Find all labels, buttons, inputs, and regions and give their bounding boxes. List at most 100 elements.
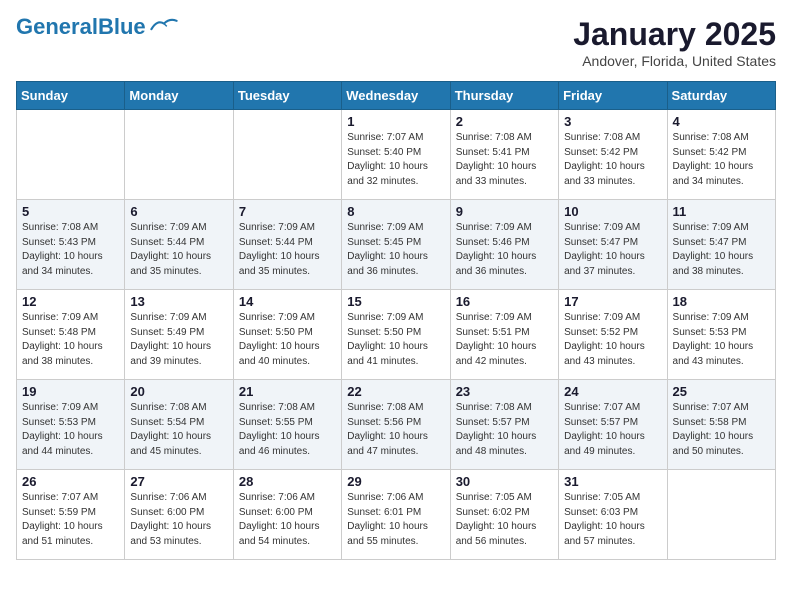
day-number: 18 <box>673 294 770 309</box>
day-info: Sunrise: 7:08 AM Sunset: 5:55 PM Dayligh… <box>239 401 336 459</box>
calendar-day-cell: 5 Sunrise: 7:08 AM Sunset: 5:43 PM Daylig… <box>17 200 125 290</box>
day-of-week-header: Saturday <box>667 82 775 110</box>
day-number: 20 <box>130 384 227 399</box>
calendar-day-cell: 23 Sunrise: 7:08 AM Sunset: 5:57 PM Dayli… <box>450 380 558 470</box>
calendar-day-cell: 12 Sunrise: 7:09 AM Sunset: 5:48 PM Dayli… <box>17 290 125 380</box>
calendar-day-cell: 24Sunrise: 7:07 AM Sunset: 5:57 PM Dayli… <box>559 380 667 470</box>
day-info: Sunrise: 7:07 AM Sunset: 5:59 PM Dayligh… <box>22 491 119 549</box>
calendar-week-row: 26Sunrise: 7:07 AM Sunset: 5:59 PM Dayli… <box>17 470 776 560</box>
day-number: 16 <box>456 294 553 309</box>
day-info: Sunrise: 7:08 AM Sunset: 5:54 PM Dayligh… <box>130 401 227 459</box>
day-number: 12 <box>22 294 119 309</box>
calendar-day-cell: 26Sunrise: 7:07 AM Sunset: 5:59 PM Dayli… <box>17 470 125 560</box>
day-info: Sunrise: 7:06 AM Sunset: 6:01 PM Dayligh… <box>347 491 444 549</box>
day-info: Sunrise: 7:09 AM Sunset: 5:48 PM Dayligh… <box>22 311 119 369</box>
day-of-week-header: Friday <box>559 82 667 110</box>
calendar-week-row: 12 Sunrise: 7:09 AM Sunset: 5:48 PM Dayli… <box>17 290 776 380</box>
day-info: Sunrise: 7:09 AM Sunset: 5:47 PM Dayligh… <box>673 221 770 279</box>
calendar-table: SundayMondayTuesdayWednesdayThursdayFrid… <box>16 81 776 560</box>
day-number: 23 <box>456 384 553 399</box>
day-number: 31 <box>564 474 661 489</box>
calendar-day-cell: 3 Sunrise: 7:08 AM Sunset: 5:42 PM Daylig… <box>559 110 667 200</box>
day-info: Sunrise: 7:09 AM Sunset: 5:52 PM Dayligh… <box>564 311 661 369</box>
title-block: January 2025 Andover, Florida, United St… <box>573 16 776 69</box>
calendar-day-cell: 11Sunrise: 7:09 AM Sunset: 5:47 PM Dayli… <box>667 200 775 290</box>
day-number: 29 <box>347 474 444 489</box>
calendar-week-row: 1 Sunrise: 7:07 AM Sunset: 5:40 PM Daylig… <box>17 110 776 200</box>
calendar-day-cell: 14 Sunrise: 7:09 AM Sunset: 5:50 PM Dayli… <box>233 290 341 380</box>
location-text: Andover, Florida, United States <box>573 53 776 69</box>
day-info: Sunrise: 7:09 AM Sunset: 5:47 PM Dayligh… <box>564 221 661 279</box>
day-of-week-header: Monday <box>125 82 233 110</box>
day-info: Sunrise: 7:09 AM Sunset: 5:45 PM Dayligh… <box>347 221 444 279</box>
day-info: Sunrise: 7:07 AM Sunset: 5:58 PM Dayligh… <box>673 401 770 459</box>
calendar-day-cell: 6 Sunrise: 7:09 AM Sunset: 5:44 PM Daylig… <box>125 200 233 290</box>
day-info: Sunrise: 7:08 AM Sunset: 5:57 PM Dayligh… <box>456 401 553 459</box>
day-number: 5 <box>22 204 119 219</box>
day-info: Sunrise: 7:05 AM Sunset: 6:02 PM Dayligh… <box>456 491 553 549</box>
day-number: 30 <box>456 474 553 489</box>
day-info: Sunrise: 7:09 AM Sunset: 5:53 PM Dayligh… <box>22 401 119 459</box>
logo: GeneralBlue <box>16 16 178 38</box>
day-number: 13 <box>130 294 227 309</box>
day-number: 17 <box>564 294 661 309</box>
day-number: 2 <box>456 114 553 129</box>
day-number: 6 <box>130 204 227 219</box>
calendar-day-cell: 2 Sunrise: 7:08 AM Sunset: 5:41 PM Daylig… <box>450 110 558 200</box>
day-number: 15 <box>347 294 444 309</box>
day-info: Sunrise: 7:07 AM Sunset: 5:40 PM Dayligh… <box>347 131 444 189</box>
day-info: Sunrise: 7:08 AM Sunset: 5:41 PM Dayligh… <box>456 131 553 189</box>
day-number: 10 <box>564 204 661 219</box>
day-info: Sunrise: 7:08 AM Sunset: 5:42 PM Dayligh… <box>564 131 661 189</box>
day-of-week-header: Sunday <box>17 82 125 110</box>
calendar-day-cell: 9Sunrise: 7:09 AM Sunset: 5:46 PM Daylig… <box>450 200 558 290</box>
day-number: 27 <box>130 474 227 489</box>
calendar-header-row: SundayMondayTuesdayWednesdayThursdayFrid… <box>17 82 776 110</box>
day-number: 28 <box>239 474 336 489</box>
calendar-day-cell: 18 Sunrise: 7:09 AM Sunset: 5:53 PM Dayli… <box>667 290 775 380</box>
calendar-day-cell: 7Sunrise: 7:09 AM Sunset: 5:44 PM Daylig… <box>233 200 341 290</box>
logo-bird-icon <box>150 16 178 34</box>
day-number: 19 <box>22 384 119 399</box>
calendar-day-cell <box>17 110 125 200</box>
day-info: Sunrise: 7:09 AM Sunset: 5:51 PM Dayligh… <box>456 311 553 369</box>
calendar-day-cell: 4 Sunrise: 7:08 AM Sunset: 5:42 PM Daylig… <box>667 110 775 200</box>
day-info: Sunrise: 7:09 AM Sunset: 5:50 PM Dayligh… <box>347 311 444 369</box>
day-of-week-header: Tuesday <box>233 82 341 110</box>
day-info: Sunrise: 7:08 AM Sunset: 5:42 PM Dayligh… <box>673 131 770 189</box>
day-info: Sunrise: 7:09 AM Sunset: 5:50 PM Dayligh… <box>239 311 336 369</box>
calendar-day-cell <box>125 110 233 200</box>
day-info: Sunrise: 7:06 AM Sunset: 6:00 PM Dayligh… <box>130 491 227 549</box>
day-number: 14 <box>239 294 336 309</box>
day-info: Sunrise: 7:08 AM Sunset: 5:43 PM Dayligh… <box>22 221 119 279</box>
calendar-day-cell <box>667 470 775 560</box>
month-title: January 2025 <box>573 16 776 53</box>
calendar-day-cell: 27 Sunrise: 7:06 AM Sunset: 6:00 PM Dayli… <box>125 470 233 560</box>
day-info: Sunrise: 7:09 AM Sunset: 5:53 PM Dayligh… <box>673 311 770 369</box>
day-number: 21 <box>239 384 336 399</box>
day-number: 25 <box>673 384 770 399</box>
calendar-day-cell: 17 Sunrise: 7:09 AM Sunset: 5:52 PM Dayli… <box>559 290 667 380</box>
calendar-day-cell: 20 Sunrise: 7:08 AM Sunset: 5:54 PM Dayli… <box>125 380 233 470</box>
calendar-day-cell: 8 Sunrise: 7:09 AM Sunset: 5:45 PM Daylig… <box>342 200 450 290</box>
day-number: 1 <box>347 114 444 129</box>
day-number: 8 <box>347 204 444 219</box>
calendar-day-cell: 16 Sunrise: 7:09 AM Sunset: 5:51 PM Dayli… <box>450 290 558 380</box>
calendar-week-row: 5 Sunrise: 7:08 AM Sunset: 5:43 PM Daylig… <box>17 200 776 290</box>
day-number: 4 <box>673 114 770 129</box>
calendar-day-cell: 10 Sunrise: 7:09 AM Sunset: 5:47 PM Dayli… <box>559 200 667 290</box>
calendar-day-cell: 30 Sunrise: 7:05 AM Sunset: 6:02 PM Dayli… <box>450 470 558 560</box>
day-number: 22 <box>347 384 444 399</box>
day-number: 3 <box>564 114 661 129</box>
calendar-day-cell: 28Sunrise: 7:06 AM Sunset: 6:00 PM Dayli… <box>233 470 341 560</box>
calendar-day-cell: 13Sunrise: 7:09 AM Sunset: 5:49 PM Dayli… <box>125 290 233 380</box>
day-number: 24 <box>564 384 661 399</box>
calendar-day-cell <box>233 110 341 200</box>
calendar-day-cell: 1 Sunrise: 7:07 AM Sunset: 5:40 PM Daylig… <box>342 110 450 200</box>
calendar-week-row: 19 Sunrise: 7:09 AM Sunset: 5:53 PM Dayli… <box>17 380 776 470</box>
day-info: Sunrise: 7:05 AM Sunset: 6:03 PM Dayligh… <box>564 491 661 549</box>
calendar-day-cell: 15 Sunrise: 7:09 AM Sunset: 5:50 PM Dayli… <box>342 290 450 380</box>
day-info: Sunrise: 7:09 AM Sunset: 5:46 PM Dayligh… <box>456 221 553 279</box>
day-of-week-header: Thursday <box>450 82 558 110</box>
day-info: Sunrise: 7:09 AM Sunset: 5:44 PM Dayligh… <box>130 221 227 279</box>
